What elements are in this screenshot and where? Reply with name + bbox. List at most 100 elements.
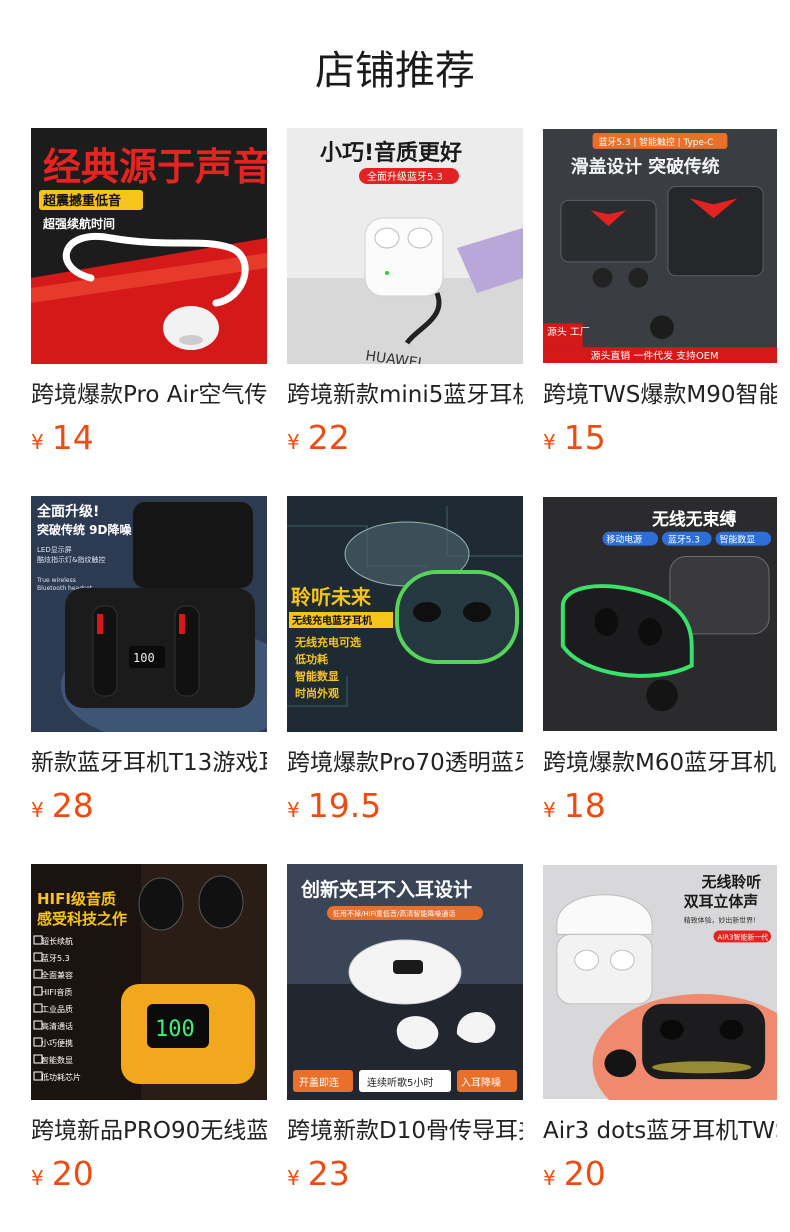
image-headline1: 无线聆听 — [701, 873, 762, 891]
image-f3: 智能数显 — [295, 669, 339, 683]
product-price: ¥18 — [543, 786, 779, 826]
image-corner: 源头 工厂 — [547, 325, 590, 338]
price-value: 14 — [51, 418, 94, 457]
product-image[interactable]: 小巧!音质更好 全面升级蓝牙5.3 HUAWEI — [287, 128, 523, 364]
price-value: 20 — [51, 1154, 94, 1193]
image-badge: 全面升级蓝牙5.3 — [367, 170, 443, 183]
product-image[interactable]: 全面升级! 突破传统 9D降噪 LED显示屏 酷炫指示灯&指纹触控 True w… — [31, 496, 267, 732]
image-f4: 时尚外观 — [295, 686, 339, 700]
product-image-art: 无线聆听 双耳立体声 精致体验，妙出新世界! AIR3智能新一代 — [543, 865, 777, 1100]
product-image[interactable]: 创新夹耳不入耳设计 狂甩不掉/HiFi重低音/高清智能降噪通话 开盖即连 连续听… — [287, 864, 523, 1100]
product-image-art: 无线无束缚 移动电源 蓝牙5.3 智能数显 — [543, 497, 777, 731]
product-price: ¥14 — [31, 418, 267, 458]
image-bottom: 源头直销 一件代发 支持OEM — [591, 349, 719, 362]
product-image[interactable]: 经典源于声音 超震撼重低音 超强续航时间 — [31, 128, 267, 364]
image-feature: 全面兼容 — [41, 970, 73, 980]
image-line1: LED显示屏 — [37, 546, 72, 554]
product-card[interactable]: 小巧!音质更好 全面升级蓝牙5.3 HUAWEI 跨境新款mini5蓝牙耳机 ¥… — [287, 128, 523, 458]
product-name[interactable]: 跨境爆款Pro70透明蓝牙耳机 — [287, 746, 523, 780]
product-image-art: HIFI级音质 感受科技之作 超长续航 蓝牙5.3 全面兼容 HIFI音质 工业… — [31, 864, 267, 1100]
product-card[interactable]: 无线无束缚 移动电源 蓝牙5.3 智能数显 跨境爆款M60蓝牙耳机 ¥18 — [543, 496, 779, 826]
image-feature: 蓝牙5.3 — [41, 953, 70, 963]
image-feature: 小巧便携 — [41, 1038, 73, 1048]
product-name[interactable]: 跨境爆款M60蓝牙耳机 — [543, 746, 777, 780]
price-value: 19.5 — [307, 786, 382, 825]
currency-symbol: ¥ — [287, 798, 300, 822]
currency-symbol: ¥ — [31, 798, 44, 822]
store-recommend-page: 店铺推荐 经典源于声音 超震撼重低音 超强续航时间 跨境爆款Pro Air空气传 — [0, 0, 790, 1232]
product-image[interactable]: HIFI级音质 感受科技之作 超长续航 蓝牙5.3 全面兼容 HIFI音质 工业… — [31, 864, 267, 1100]
price-value: 22 — [307, 418, 350, 457]
product-card[interactable]: 聆听未来 无线充电蓝牙耳机 无线充电可选 低功耗 智能数显 时尚外观 跨境爆款P… — [287, 496, 523, 826]
product-card[interactable]: HIFI级音质 感受科技之作 超长续航 蓝牙5.3 全面兼容 HIFI音质 工业… — [31, 864, 267, 1194]
image-feature: 工业品质 — [41, 1004, 73, 1014]
currency-symbol: ¥ — [31, 1166, 44, 1190]
product-name[interactable]: 新款蓝牙耳机T13游戏耳机 — [31, 746, 267, 780]
product-price: ¥20 — [31, 1154, 267, 1194]
image-headline: 经典源于声音 — [43, 144, 267, 189]
price-value: 15 — [563, 418, 606, 457]
image-badge: 无线充电蓝牙耳机 — [291, 614, 372, 627]
image-feature: HIFI音质 — [41, 987, 72, 997]
image-badge: 超震撼重低音 — [43, 193, 121, 209]
product-name[interactable]: Air3 dots蓝牙耳机TWS — [543, 1114, 777, 1148]
image-headline: 小巧!音质更好 — [320, 140, 462, 166]
product-image[interactable]: 无线无束缚 移动电源 蓝牙5.3 智能数显 — [543, 496, 777, 732]
product-card[interactable]: 经典源于声音 超震撼重低音 超强续航时间 跨境爆款Pro Air空气传导蓝牙耳机… — [31, 128, 267, 458]
product-price: ¥22 — [287, 418, 523, 458]
currency-symbol: ¥ — [287, 430, 300, 454]
image-headline1: HIFI级音质 — [37, 890, 116, 908]
image-headline: 滑盖设计 突破传统 — [571, 156, 720, 178]
product-price: ¥20 — [543, 1154, 779, 1194]
image-feature: 超长续航 — [41, 936, 73, 946]
image-tag2: 蓝牙5.3 — [668, 534, 700, 546]
product-card[interactable]: 全面升级! 突破传统 9D降噪 LED显示屏 酷炫指示灯&指纹触控 True w… — [31, 496, 267, 826]
image-headline: 全面升级! — [36, 503, 99, 520]
image-top: 蓝牙5.3 | 智能触控 | Type-C — [599, 136, 714, 148]
image-headline2: 双耳立体声 — [684, 893, 758, 911]
image-headline2: 感受科技之作 — [37, 910, 127, 928]
product-name[interactable]: 跨境新品PRO90无线蓝牙耳机 — [31, 1114, 267, 1148]
section-title: 店铺推荐 — [315, 48, 475, 94]
image-badge: AIR3智能新一代 — [718, 932, 769, 941]
product-image[interactable]: 无线聆听 双耳立体声 精致体验，妙出新世界! AIR3智能新一代 — [543, 864, 777, 1100]
product-name[interactable]: 跨境爆款Pro Air空气传导蓝牙耳机 — [31, 378, 267, 412]
product-card[interactable]: 蓝牙5.3 | 智能触控 | Type-C 滑盖设计 突破传统 源头 工厂 源头… — [543, 128, 779, 458]
image-tag3: 智能数显 — [719, 534, 755, 546]
image-line2: 酷炫指示灯&指纹触控 — [37, 555, 105, 564]
product-image[interactable]: 蓝牙5.3 | 智能触控 | Type-C 滑盖设计 突破传统 源头 工厂 源头… — [543, 128, 777, 364]
product-card[interactable]: 无线聆听 双耳立体声 精致体验，妙出新世界! AIR3智能新一代 Air3 do… — [543, 864, 779, 1194]
price-value: 28 — [51, 786, 94, 825]
currency-symbol: ¥ — [543, 1166, 556, 1190]
price-value: 23 — [307, 1154, 350, 1193]
product-price: ¥28 — [31, 786, 267, 826]
product-image-art: 蓝牙5.3 | 智能触控 | Type-C 滑盖设计 突破传统 源头 工厂 源头… — [543, 129, 777, 363]
product-name[interactable]: 跨境新款D10骨传导耳夹耳机 — [287, 1114, 523, 1148]
product-name[interactable]: 跨境新款mini5蓝牙耳机 — [287, 378, 523, 412]
image-headline: 无线无束缚 — [652, 509, 736, 529]
image-headline: 聆听未来 — [291, 585, 372, 609]
product-image-art: 聆听未来 无线充电蓝牙耳机 无线充电可选 低功耗 智能数显 时尚外观 — [287, 496, 523, 732]
image-tag1: 移动电源 — [606, 534, 642, 546]
currency-symbol: ¥ — [543, 430, 556, 454]
svg-text:100: 100 — [133, 651, 155, 665]
image-sub: 精致体验，妙出新世界! — [684, 916, 756, 925]
image-feature: 高清通话 — [41, 1021, 73, 1031]
product-price: ¥23 — [287, 1154, 523, 1194]
image-line: 超强续航时间 — [42, 216, 115, 231]
product-image-art: 全面升级! 突破传统 9D降噪 LED显示屏 酷炫指示灯&指纹触控 True w… — [31, 496, 267, 732]
image-feature: 智能数显 — [41, 1055, 73, 1065]
product-card[interactable]: 创新夹耳不入耳设计 狂甩不掉/HiFi重低音/高清智能降噪通话 开盖即连 连续听… — [287, 864, 523, 1194]
currency-symbol: ¥ — [543, 798, 556, 822]
image-f2: 低功耗 — [294, 652, 328, 666]
product-name[interactable]: 跨境TWS爆款M90智能数显蓝牙耳机 — [543, 378, 777, 412]
image-f1: 无线充电可选 — [294, 635, 361, 649]
image-display: 100 — [155, 1017, 195, 1042]
image-btn1: 开盖即连 — [299, 1076, 339, 1089]
currency-symbol: ¥ — [287, 1166, 300, 1190]
product-image[interactable]: 聆听未来 无线充电蓝牙耳机 无线充电可选 低功耗 智能数显 时尚外观 — [287, 496, 523, 732]
product-image-art: 经典源于声音 超震撼重低音 超强续航时间 — [31, 128, 267, 364]
image-sub: 狂甩不掉/HiFi重低音/高清智能降噪通话 — [333, 909, 455, 918]
image-headline: 创新夹耳不入耳设计 — [300, 878, 472, 901]
image-btn2: 连续听歌5小时 — [367, 1076, 433, 1089]
